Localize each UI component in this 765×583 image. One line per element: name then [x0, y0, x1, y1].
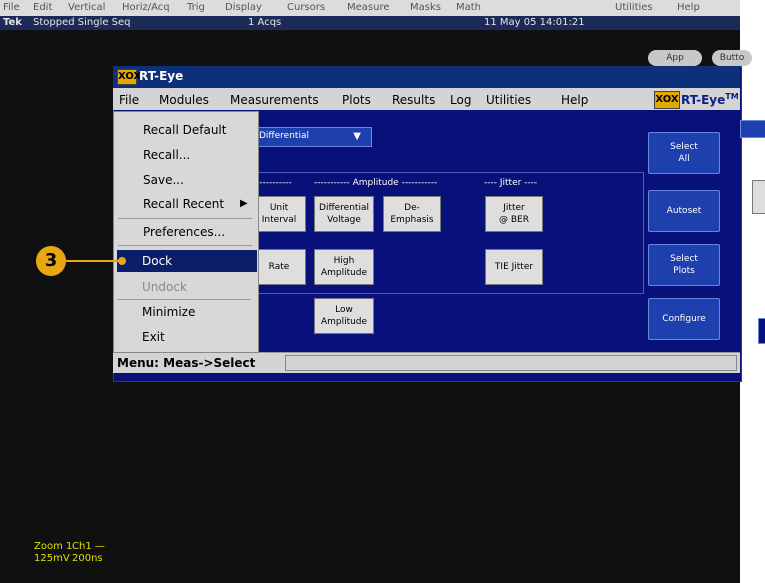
signal-type-value: Differential: [259, 131, 309, 141]
scope-menu-file[interactable]: File: [3, 2, 20, 13]
buttons-button[interactable]: Butto: [712, 50, 752, 66]
acq-state: Stopped Single Seq: [33, 17, 131, 28]
select-all-button[interactable]: Select All: [648, 132, 720, 174]
high-amplitude-button[interactable]: High Amplitude: [314, 249, 374, 285]
menu-item-recall[interactable]: Recall...: [143, 148, 190, 162]
scope-menu-trig[interactable]: Trig: [187, 2, 205, 13]
menu-item-recall-default[interactable]: Recall Default: [143, 123, 226, 137]
brand-logo-icon: XOX: [654, 91, 680, 109]
scope-menu-math[interactable]: Math: [456, 2, 481, 13]
rt-eye-brand: XOX RT-EyeTM: [648, 89, 740, 109]
scope-menu-bar: File Edit Vertical Horiz/Acq Trig Displa…: [0, 0, 740, 16]
menu-separator: [118, 218, 252, 219]
status-text: Menu: Meas->Select: [117, 356, 256, 370]
low-amplitude-button[interactable]: Low Amplitude: [314, 298, 374, 334]
menu-item-minimize[interactable]: Minimize: [142, 305, 195, 319]
menu-plots[interactable]: Plots: [342, 93, 371, 107]
scope-menu-masks[interactable]: Masks: [410, 2, 441, 13]
menu-item-save[interactable]: Save...: [143, 173, 184, 187]
scope-menu-edit[interactable]: Edit: [33, 2, 52, 13]
brand-text: RT-Eye: [681, 93, 726, 107]
group-label-jitter: ---- Jitter ----: [484, 178, 538, 188]
status-field: [285, 355, 737, 371]
differential-voltage-button[interactable]: Differential Voltage: [314, 196, 374, 232]
menu-item-dock-selected[interactable]: Dock: [117, 250, 257, 272]
menu-file[interactable]: File: [119, 93, 139, 107]
tie-jitter-button[interactable]: TIE Jitter: [485, 249, 543, 285]
menu-item-preferences[interactable]: Preferences...: [143, 225, 225, 239]
de-emphasis-button[interactable]: De- Emphasis: [383, 196, 441, 232]
menu-item-recall-recent[interactable]: Recall Recent: [143, 197, 224, 211]
callout-pointer-dot: [118, 257, 126, 265]
status-bar: Menu: Meas->Select: [113, 352, 740, 373]
group-label-left: -----------: [256, 178, 292, 188]
channel-readout: Zoom 1 Ch1 — 125mV 200ns: [34, 541, 105, 577]
measurement-group-box: [252, 172, 644, 294]
channel-label: Ch1 —: [72, 541, 105, 552]
configure-button[interactable]: Configure: [648, 298, 720, 340]
menu-help[interactable]: Help: [561, 93, 588, 107]
window-title: RT-Eye: [139, 69, 184, 83]
zoom-label: Zoom 1: [34, 541, 73, 552]
autoset-button[interactable]: Autoset: [648, 190, 720, 232]
menu-results[interactable]: Results: [392, 93, 435, 107]
scope-menu-cursors[interactable]: Cursors: [287, 2, 325, 13]
rt-eye-title-bar[interactable]: XOX RT-Eye: [113, 66, 740, 88]
acq-count: 1 Acqs: [248, 17, 282, 28]
callout-pointer-line: [66, 260, 124, 262]
app-button[interactable]: App: [648, 50, 702, 66]
submenu-arrow-icon: ▶: [240, 198, 248, 209]
scope-menu-horiz-acq[interactable]: Horiz/Acq: [122, 2, 170, 13]
step-callout-badge: 3: [36, 246, 66, 276]
select-plots-button[interactable]: Select Plots: [648, 244, 720, 286]
trademark: TM: [725, 92, 739, 101]
time-per-div: 200ns: [72, 553, 103, 564]
menu-separator: [118, 245, 252, 246]
jitter-ber-button[interactable]: Jitter @ BER: [485, 196, 543, 232]
scope-status-line: Tek Stopped Single Seq 1 Acqs 11 May 05 …: [0, 16, 740, 30]
group-label-amplitude: ----------- Amplitude -----------: [314, 178, 438, 188]
scope-menu-measure[interactable]: Measure: [347, 2, 390, 13]
side-blue-button[interactable]: [758, 318, 765, 344]
rt-eye-logo-icon: XOX: [117, 69, 141, 85]
side-tab[interactable]: [740, 120, 765, 138]
scope-menu-display[interactable]: Display: [225, 2, 262, 13]
scope-menu-vertical[interactable]: Vertical: [68, 2, 105, 13]
menu-separator: [117, 299, 251, 300]
menu-item-exit[interactable]: Exit: [142, 330, 165, 344]
scope-menu-help[interactable]: Help: [677, 2, 700, 13]
signal-type-select[interactable]: Differential ▼: [252, 127, 372, 147]
menu-log[interactable]: Log: [450, 93, 471, 107]
tek-label: Tek: [3, 17, 22, 28]
side-gray-button[interactable]: [752, 180, 765, 214]
scope-menu-utilities[interactable]: Utilities: [615, 2, 653, 13]
menu-utilities[interactable]: Utilities: [486, 93, 531, 107]
rt-eye-menu-bar: File Modules Measurements Plots Results …: [113, 88, 740, 110]
dropdown-arrow-icon: ▼: [353, 131, 361, 142]
date-time: 11 May 05 14:01:21: [484, 17, 585, 28]
rate-button[interactable]: Rate: [252, 249, 306, 285]
volts-per-div: 125mV: [34, 553, 70, 564]
menu-item-dock-label: Dock: [142, 254, 173, 268]
menu-modules[interactable]: Modules: [159, 93, 209, 107]
menu-measurements[interactable]: Measurements: [230, 93, 319, 107]
unit-interval-button[interactable]: Unit Interval: [252, 196, 306, 232]
menu-item-undock: Undock: [142, 280, 187, 294]
